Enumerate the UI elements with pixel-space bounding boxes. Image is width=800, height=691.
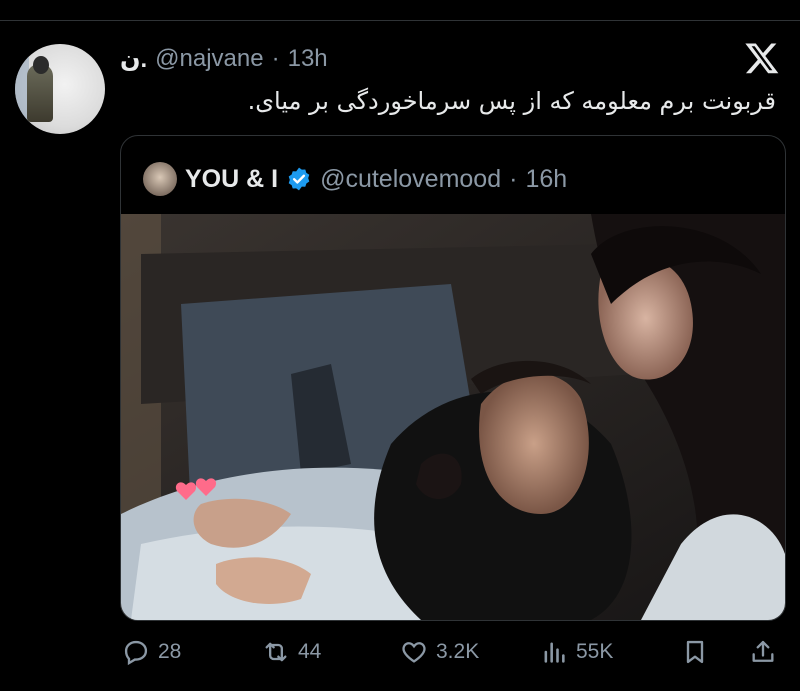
like-count: 3.2K bbox=[436, 640, 480, 663]
like-icon bbox=[402, 642, 426, 663]
quoted-header: YOU & I @cutelovemood · 16h bbox=[143, 162, 567, 196]
reply-button[interactable]: 28 bbox=[122, 632, 181, 672]
quoted-media-image[interactable] bbox=[121, 214, 785, 620]
header-separator: · bbox=[271, 45, 280, 72]
share-button[interactable] bbox=[749, 632, 777, 672]
verified-badge-icon bbox=[288, 167, 310, 191]
reply-icon bbox=[124, 640, 148, 666]
x-logo-icon[interactable] bbox=[744, 40, 780, 76]
repost-count: 44 bbox=[298, 640, 322, 663]
author-handle[interactable]: @najvane bbox=[155, 45, 263, 73]
quoted-display-name[interactable]: YOU & I bbox=[185, 165, 278, 194]
author-display-name[interactable]: ن. bbox=[120, 45, 147, 74]
views-button[interactable]: 55K bbox=[540, 632, 613, 672]
quoted-handle[interactable]: @cutelovemood bbox=[320, 165, 501, 194]
quoted-avatar[interactable] bbox=[143, 162, 177, 196]
repost-icon bbox=[265, 642, 287, 662]
author-avatar[interactable] bbox=[15, 44, 105, 134]
tweet-header: ن. @najvane · 13h bbox=[120, 44, 328, 74]
views-icon bbox=[544, 642, 565, 663]
like-button[interactable]: 3.2K bbox=[400, 632, 479, 672]
quoted-time[interactable]: 16h bbox=[525, 165, 567, 194]
bookmark-button[interactable] bbox=[681, 632, 709, 672]
tweet-text: قربونت برم معلومه که از پس سرماخوردگی بر… bbox=[247, 87, 776, 115]
bookmark-icon bbox=[686, 640, 704, 664]
quoted-separator: · bbox=[509, 164, 518, 193]
views-count: 55K bbox=[576, 640, 614, 663]
tweet-time[interactable]: 13h bbox=[288, 45, 328, 73]
avatar-head bbox=[33, 56, 49, 74]
action-bar: 28 44 3.2K 55K bbox=[0, 632, 800, 672]
share-icon bbox=[752, 640, 774, 662]
repost-button[interactable]: 44 bbox=[262, 632, 321, 672]
top-divider bbox=[0, 0, 800, 21]
reply-count: 28 bbox=[158, 640, 182, 663]
quoted-tweet[interactable]: YOU & I @cutelovemood · 16h bbox=[120, 135, 786, 621]
